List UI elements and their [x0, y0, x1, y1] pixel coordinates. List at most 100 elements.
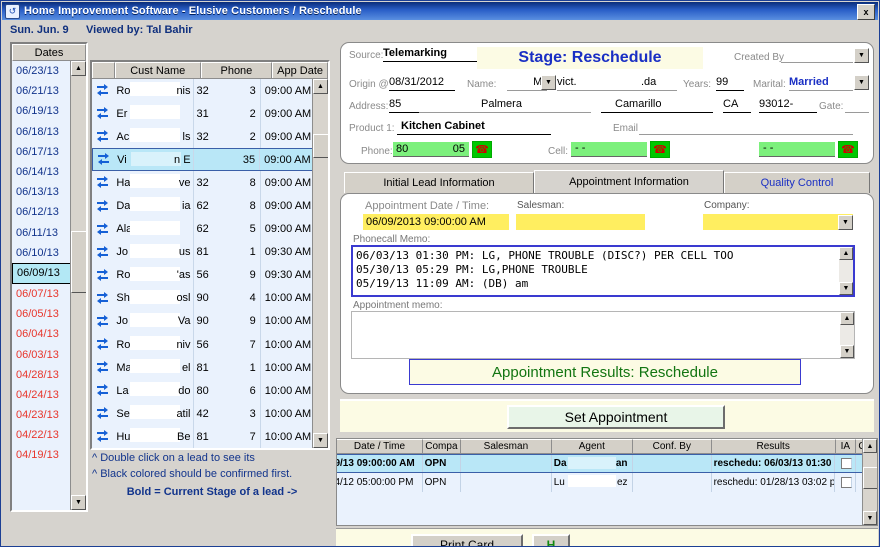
appointment-datetime-value[interactable]: 06/09/2013 09:00:00 AM	[363, 214, 509, 230]
date-list-item[interactable]: 06/21/13	[12, 81, 72, 101]
customer-row[interactable]: Ro niv 56 7 10:00 AM	[92, 333, 313, 357]
results-scroll-thumb[interactable]	[863, 467, 877, 489]
date-list-item[interactable]: 06/17/13	[12, 142, 72, 162]
source-value[interactable]: Telemarking	[383, 47, 477, 62]
date-list-item[interactable]: 06/23/13	[12, 61, 72, 81]
sync-arrows-icon[interactable]	[92, 291, 113, 305]
results-cell-ia[interactable]	[835, 455, 857, 472]
results-grid-row[interactable]: 06/09/13 09:00:00 AMOPN Da an reschedu: 06/…	[337, 454, 877, 473]
marital-dropdown-icon[interactable]: ▼	[854, 75, 869, 90]
email-value[interactable]	[639, 120, 853, 135]
results-scroll-down-icon[interactable]: ▼	[863, 511, 877, 525]
salesman-field[interactable]	[516, 214, 645, 230]
date-list-item[interactable]: 04/28/13	[12, 365, 72, 385]
date-list-item[interactable]: 04/24/13	[12, 385, 72, 405]
customer-row[interactable]: Ma el 81 1 10:00 AM	[92, 356, 313, 380]
appointment-memo-scrollbar[interactable]: ▲ ▼	[840, 312, 854, 358]
customer-scroll-down-icon[interactable]: ▼	[313, 433, 328, 448]
customer-scrollbar[interactable]: ▲ ▼	[312, 79, 328, 448]
tab-quality-control[interactable]: Quality Control	[724, 172, 870, 193]
tab-initial-lead-information[interactable]: Initial Lead Information	[344, 172, 534, 193]
results-col-results[interactable]: Results	[711, 439, 836, 454]
dates-scroll-down-icon[interactable]: ▼	[71, 495, 86, 510]
company-field[interactable]	[703, 214, 853, 230]
customer-col-icon[interactable]	[92, 62, 115, 78]
date-list-item[interactable]: 06/13/13	[12, 182, 72, 202]
appointment-memo-scroll-down-icon[interactable]: ▼	[840, 345, 854, 358]
dates-scroll-up-icon[interactable]: ▲	[71, 61, 86, 76]
tab-appointment-information[interactable]: Appointment Information	[534, 170, 724, 193]
phone-field[interactable]: 80 05	[393, 142, 469, 157]
appointment-memo-scroll-up-icon[interactable]: ▲	[840, 312, 854, 325]
results-col-agent[interactable]: Agent	[551, 439, 633, 454]
sync-arrows-icon[interactable]	[92, 430, 113, 443]
telephone-icon-cell[interactable]: ☎	[650, 141, 670, 158]
date-list-item[interactable]: 06/11/13	[12, 223, 72, 243]
date-list-item[interactable]: 06/14/13	[12, 162, 72, 182]
years-value[interactable]: 99	[716, 76, 744, 91]
sync-arrows-icon[interactable]	[92, 407, 113, 420]
telephone-icon-alt[interactable]: ☎	[838, 141, 858, 158]
customer-row[interactable]: Jo us 81 1 09:30 AM	[92, 240, 313, 264]
address-city[interactable]: Camarillo	[601, 98, 713, 113]
customer-row[interactable]: Sh osl 90 4 10:00 AM	[92, 286, 313, 310]
h-button[interactable]: H	[532, 534, 570, 546]
close-icon[interactable]: x	[857, 4, 875, 20]
customer-row[interactable]: Ala 62 5 09:00 AM	[92, 217, 313, 241]
phonecall-memo-scrollbar[interactable]: ▲ ▼	[839, 247, 853, 295]
date-list-item[interactable]: 06/03/13	[12, 344, 72, 364]
results-col-confby[interactable]: Conf. By	[632, 439, 712, 454]
date-list-item[interactable]: 06/18/13	[12, 122, 72, 142]
customer-col-name[interactable]: Cust Name	[114, 62, 201, 78]
customer-row[interactable]: Se atil 42 3 10:00 AM	[92, 402, 313, 426]
date-list-item[interactable]: 04/22/13	[12, 425, 72, 445]
appointment-memo-box[interactable]: ▲ ▼	[351, 311, 855, 359]
date-list-item[interactable]: 06/12/13	[12, 202, 72, 222]
last-name-value[interactable]: .da	[641, 76, 677, 91]
sync-arrows-icon[interactable]	[92, 314, 113, 328]
date-list-item[interactable]: 04/19/13	[12, 445, 72, 465]
dates-list[interactable]: 06/23/13 06/21/13 06/19/13 06/18/13 06/17/13…	[12, 61, 72, 510]
phone3-field[interactable]: - -	[759, 142, 835, 157]
address-street[interactable]: Palmera	[419, 98, 591, 113]
sync-arrows-icon[interactable]	[92, 176, 113, 189]
customer-row[interactable]: Jo Va 90 9 10:00 AM	[92, 309, 313, 334]
phonecall-memo-box[interactable]: 06/03/13 01:30 PM: LG, PHONE TROUBLE (DI…	[351, 245, 855, 297]
customer-row[interactable]: Ro 'as 56 9 09:30 AM	[92, 263, 313, 287]
sync-arrows-icon[interactable]	[92, 338, 113, 351]
customer-row[interactable]: Vi n E 35 09:00 AM	[92, 148, 313, 172]
address-zip[interactable]: 93012-	[759, 98, 817, 113]
sync-arrows-icon[interactable]	[92, 107, 113, 120]
results-col-company[interactable]: Compa	[422, 439, 461, 454]
customer-row[interactable]: Ac ls 32 2 09:00 AM	[92, 125, 313, 149]
customer-scroll-up-icon[interactable]: ▲	[313, 79, 328, 94]
results-grid-rows[interactable]: 06/09/13 09:00:00 AMOPN Da an reschedu: 06/…	[337, 454, 877, 492]
customer-row[interactable]: Hu Be 81 7 10:00 AM	[92, 425, 313, 448]
sync-arrows-icon[interactable]	[92, 130, 113, 143]
sync-arrows-icon[interactable]	[92, 245, 113, 259]
dates-scrollbar[interactable]: ▲ ▼	[70, 61, 86, 510]
date-list-item[interactable]: 04/23/13	[12, 405, 72, 425]
results-scroll-up-icon[interactable]: ▲	[863, 439, 877, 453]
created-by-dropdown-icon[interactable]: ▼	[854, 48, 869, 63]
ia-checkbox[interactable]	[840, 477, 852, 488]
phonecall-memo-scroll-down-icon[interactable]: ▼	[839, 282, 853, 295]
address-state[interactable]: CA	[723, 98, 751, 113]
results-col-ia[interactable]: IA	[835, 439, 857, 454]
results-col-datetime[interactable]: Date / Time	[337, 439, 423, 454]
print-card-button[interactable]: Print Card	[411, 534, 523, 546]
customer-row[interactable]: Da ia 62 8 09:00 AM	[92, 194, 313, 218]
company-dropdown-icon[interactable]: ▼	[838, 215, 853, 230]
date-list-item[interactable]: 06/10/13	[12, 243, 72, 263]
results-col-salesman[interactable]: Salesman	[460, 439, 552, 454]
sync-arrows-icon[interactable]	[92, 84, 113, 97]
phonecall-memo-scroll-up-icon[interactable]: ▲	[839, 247, 853, 260]
customer-row[interactable]: Er 31 2 09:00 AM	[92, 102, 313, 126]
results-cell-ia[interactable]	[835, 473, 857, 492]
title-dropdown-icon[interactable]: ▼	[541, 75, 556, 90]
sync-arrows-icon[interactable]	[92, 199, 113, 213]
customer-row[interactable]: La do 80 6 10:00 AM	[92, 379, 313, 403]
date-list-item[interactable]: 06/09/13	[12, 262, 72, 284]
gate-value[interactable]	[845, 98, 869, 113]
sync-arrows-icon[interactable]	[92, 222, 113, 236]
